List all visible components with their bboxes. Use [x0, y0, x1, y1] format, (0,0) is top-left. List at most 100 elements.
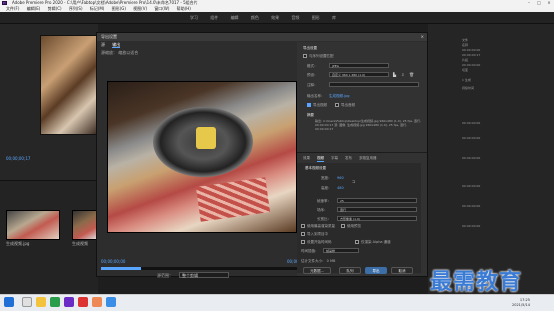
- output-name-label: 输出名称：: [307, 94, 325, 98]
- dialog-tabs: 源 输出: [101, 42, 126, 48]
- output-name-link[interactable]: 生成视频.jpg: [329, 94, 350, 99]
- timecode-in[interactable]: 00;00;00;00: [101, 259, 125, 264]
- workspace-tab-color[interactable]: 颜色: [251, 12, 259, 24]
- menu-edit[interactable]: 编辑(E): [27, 6, 41, 11]
- section-export-settings[interactable]: 导出设置: [303, 46, 317, 51]
- field-order-select[interactable]: 逐行: [337, 207, 417, 212]
- save-preset-icon[interactable]: ▙: [393, 72, 396, 77]
- workspace-tab-libraries[interactable]: 库: [332, 12, 336, 24]
- source-range-label: 源范围：: [157, 273, 173, 278]
- tab-source[interactable]: 源: [101, 42, 105, 47]
- metadata-line: 00:00:00:00: [462, 48, 481, 52]
- workspace-tab-learn[interactable]: 学习: [190, 12, 198, 24]
- height-value[interactable]: 480: [337, 186, 344, 190]
- framerate-select[interactable]: 25: [337, 198, 417, 203]
- sliced-meat-shape: [195, 177, 271, 222]
- workspace-tab-editing[interactable]: 编辑: [231, 12, 239, 24]
- subtab-publish[interactable]: 发布: [345, 156, 352, 161]
- export-preview-image: [107, 81, 297, 233]
- basic-video-settings-header[interactable]: 基本视频设置: [305, 166, 326, 171]
- link-dimensions-icon[interactable]: ⊐: [352, 179, 355, 184]
- comments-input[interactable]: [329, 82, 419, 87]
- export-video-checkbox[interactable]: [307, 103, 311, 107]
- subtab-video[interactable]: 视频: [317, 156, 324, 162]
- export-audio-checkbox[interactable]: [335, 103, 339, 107]
- workspace-tab-effects[interactable]: 效果: [271, 12, 279, 24]
- metadata-button[interactable]: 元数据...: [303, 267, 331, 274]
- cancel-button[interactable]: 取消: [391, 267, 413, 274]
- render-alpha-checkbox[interactable]: [355, 240, 359, 244]
- project-item-thumbnail[interactable]: [72, 210, 98, 240]
- project-item-label: 生成视频: [72, 241, 88, 246]
- metadata-line: 00:00:00:00: [462, 156, 481, 160]
- preset-select[interactable]: 自定义 960 x 480 (1.0): [329, 72, 389, 77]
- divider: [297, 152, 427, 153]
- app-taskbar-icon[interactable]: [92, 297, 102, 307]
- aspect-label: 长宽比：: [317, 217, 331, 221]
- window-title: Adobe Premiere Pro 2020 - C:\用户\Fabtop\文…: [12, 0, 198, 5]
- max-render-checkbox[interactable]: [301, 224, 305, 228]
- source-timecode[interactable]: 00;00;00;17: [6, 156, 30, 161]
- workspace-bar: 学习 组件 编辑 颜色 效果 音频 图形 库: [0, 12, 554, 24]
- comments-label: 注释：: [307, 83, 318, 87]
- metadata-line: 切变: [462, 68, 469, 72]
- export-audio-label: 导出音频: [341, 103, 355, 107]
- golden-pot-shape: [196, 127, 216, 149]
- menu-clip[interactable]: 剪辑(C): [48, 6, 62, 11]
- import-project-label: 导入到项目中: [307, 232, 328, 236]
- menu-graphics[interactable]: 图形(G): [112, 6, 126, 11]
- metadata-line: 00:00:00:00: [462, 204, 481, 208]
- height-label: 高度：: [321, 186, 332, 190]
- app-taskbar-icon[interactable]: [78, 297, 88, 307]
- metadata-line: 00:00:00:00: [462, 224, 481, 228]
- file-explorer-icon[interactable]: [36, 297, 46, 307]
- tab-output[interactable]: 输出: [112, 42, 121, 48]
- subtab-multiplexer[interactable]: 多路复用器: [359, 156, 377, 161]
- summary-text: 输出: C:\Users\Fabtop\Desktop\生成视频.jpg 960…: [315, 119, 421, 131]
- project-item-thumbnail[interactable]: [6, 210, 60, 240]
- start-timecode-checkbox[interactable]: [301, 240, 305, 244]
- menu-file[interactable]: 文件(F): [6, 6, 19, 11]
- metadata-line: 名称: [462, 43, 469, 47]
- premiere-taskbar-icon[interactable]: [64, 297, 74, 307]
- start-timecode-label: 设置开始时间码: [307, 240, 332, 244]
- aspect-select[interactable]: 方形像素 (1.0): [337, 216, 417, 221]
- app-taskbar-icon[interactable]: [106, 297, 116, 307]
- use-previews-label: 使用预览: [347, 224, 361, 228]
- import-project-checkbox[interactable]: [301, 232, 305, 236]
- menu-help[interactable]: 帮助(H): [177, 6, 191, 11]
- source-scaling-select[interactable]: 源缩放： 缩放以适合: [101, 50, 138, 56]
- edge-icon[interactable]: [50, 297, 60, 307]
- use-previews-checkbox[interactable]: [341, 224, 345, 228]
- search-icon[interactable]: [22, 297, 32, 307]
- system-clock[interactable]: 17:25 2021/5/14: [512, 298, 530, 308]
- export-button[interactable]: 导出: [365, 267, 387, 274]
- menu-window[interactable]: 窗口(W): [154, 6, 169, 11]
- width-value[interactable]: 960: [337, 176, 344, 180]
- menu-marker[interactable]: 标记(M): [90, 6, 105, 11]
- workspace-tab-graphics[interactable]: 图形: [312, 12, 320, 24]
- estimated-size: 估计文件大小： 0 MB: [301, 259, 336, 263]
- format-select[interactable]: JPEG: [329, 63, 389, 68]
- workspace-tab-assembly[interactable]: 组件: [210, 12, 218, 24]
- workspace-tab-audio[interactable]: 音频: [291, 12, 299, 24]
- metadata-line: 00:00:00:00: [462, 121, 481, 125]
- export-settings-panel: 导出设置 与序列设置匹配 格式： JPEG 预设： 自定义 960 x 480 …: [297, 42, 427, 276]
- width-label: 宽度：: [321, 176, 332, 180]
- subtab-effects[interactable]: 效果: [303, 156, 310, 161]
- menu-sequence[interactable]: 序列(S): [69, 6, 83, 11]
- menu-view[interactable]: 视图(V): [133, 6, 147, 11]
- source-range-select[interactable]: 整个剪辑: [179, 272, 229, 278]
- export-video-label: 导出视频: [313, 103, 327, 107]
- clock-date: 2021/5/14: [512, 303, 530, 307]
- format-label: 格式：: [307, 64, 318, 68]
- windows-start-icon[interactable]: [4, 297, 14, 307]
- import-preset-icon[interactable]: ⇩: [401, 72, 404, 77]
- time-interpolation-select[interactable]: 帧采样: [323, 248, 359, 253]
- queue-button[interactable]: 队列: [339, 267, 361, 274]
- subtab-captions[interactable]: 字幕: [331, 156, 338, 161]
- metadata-line: 片段: [462, 58, 469, 62]
- dialog-close-icon[interactable]: ×: [421, 33, 424, 41]
- delete-preset-icon[interactable]: 🗑: [409, 72, 414, 77]
- match-sequence-checkbox[interactable]: [303, 54, 307, 58]
